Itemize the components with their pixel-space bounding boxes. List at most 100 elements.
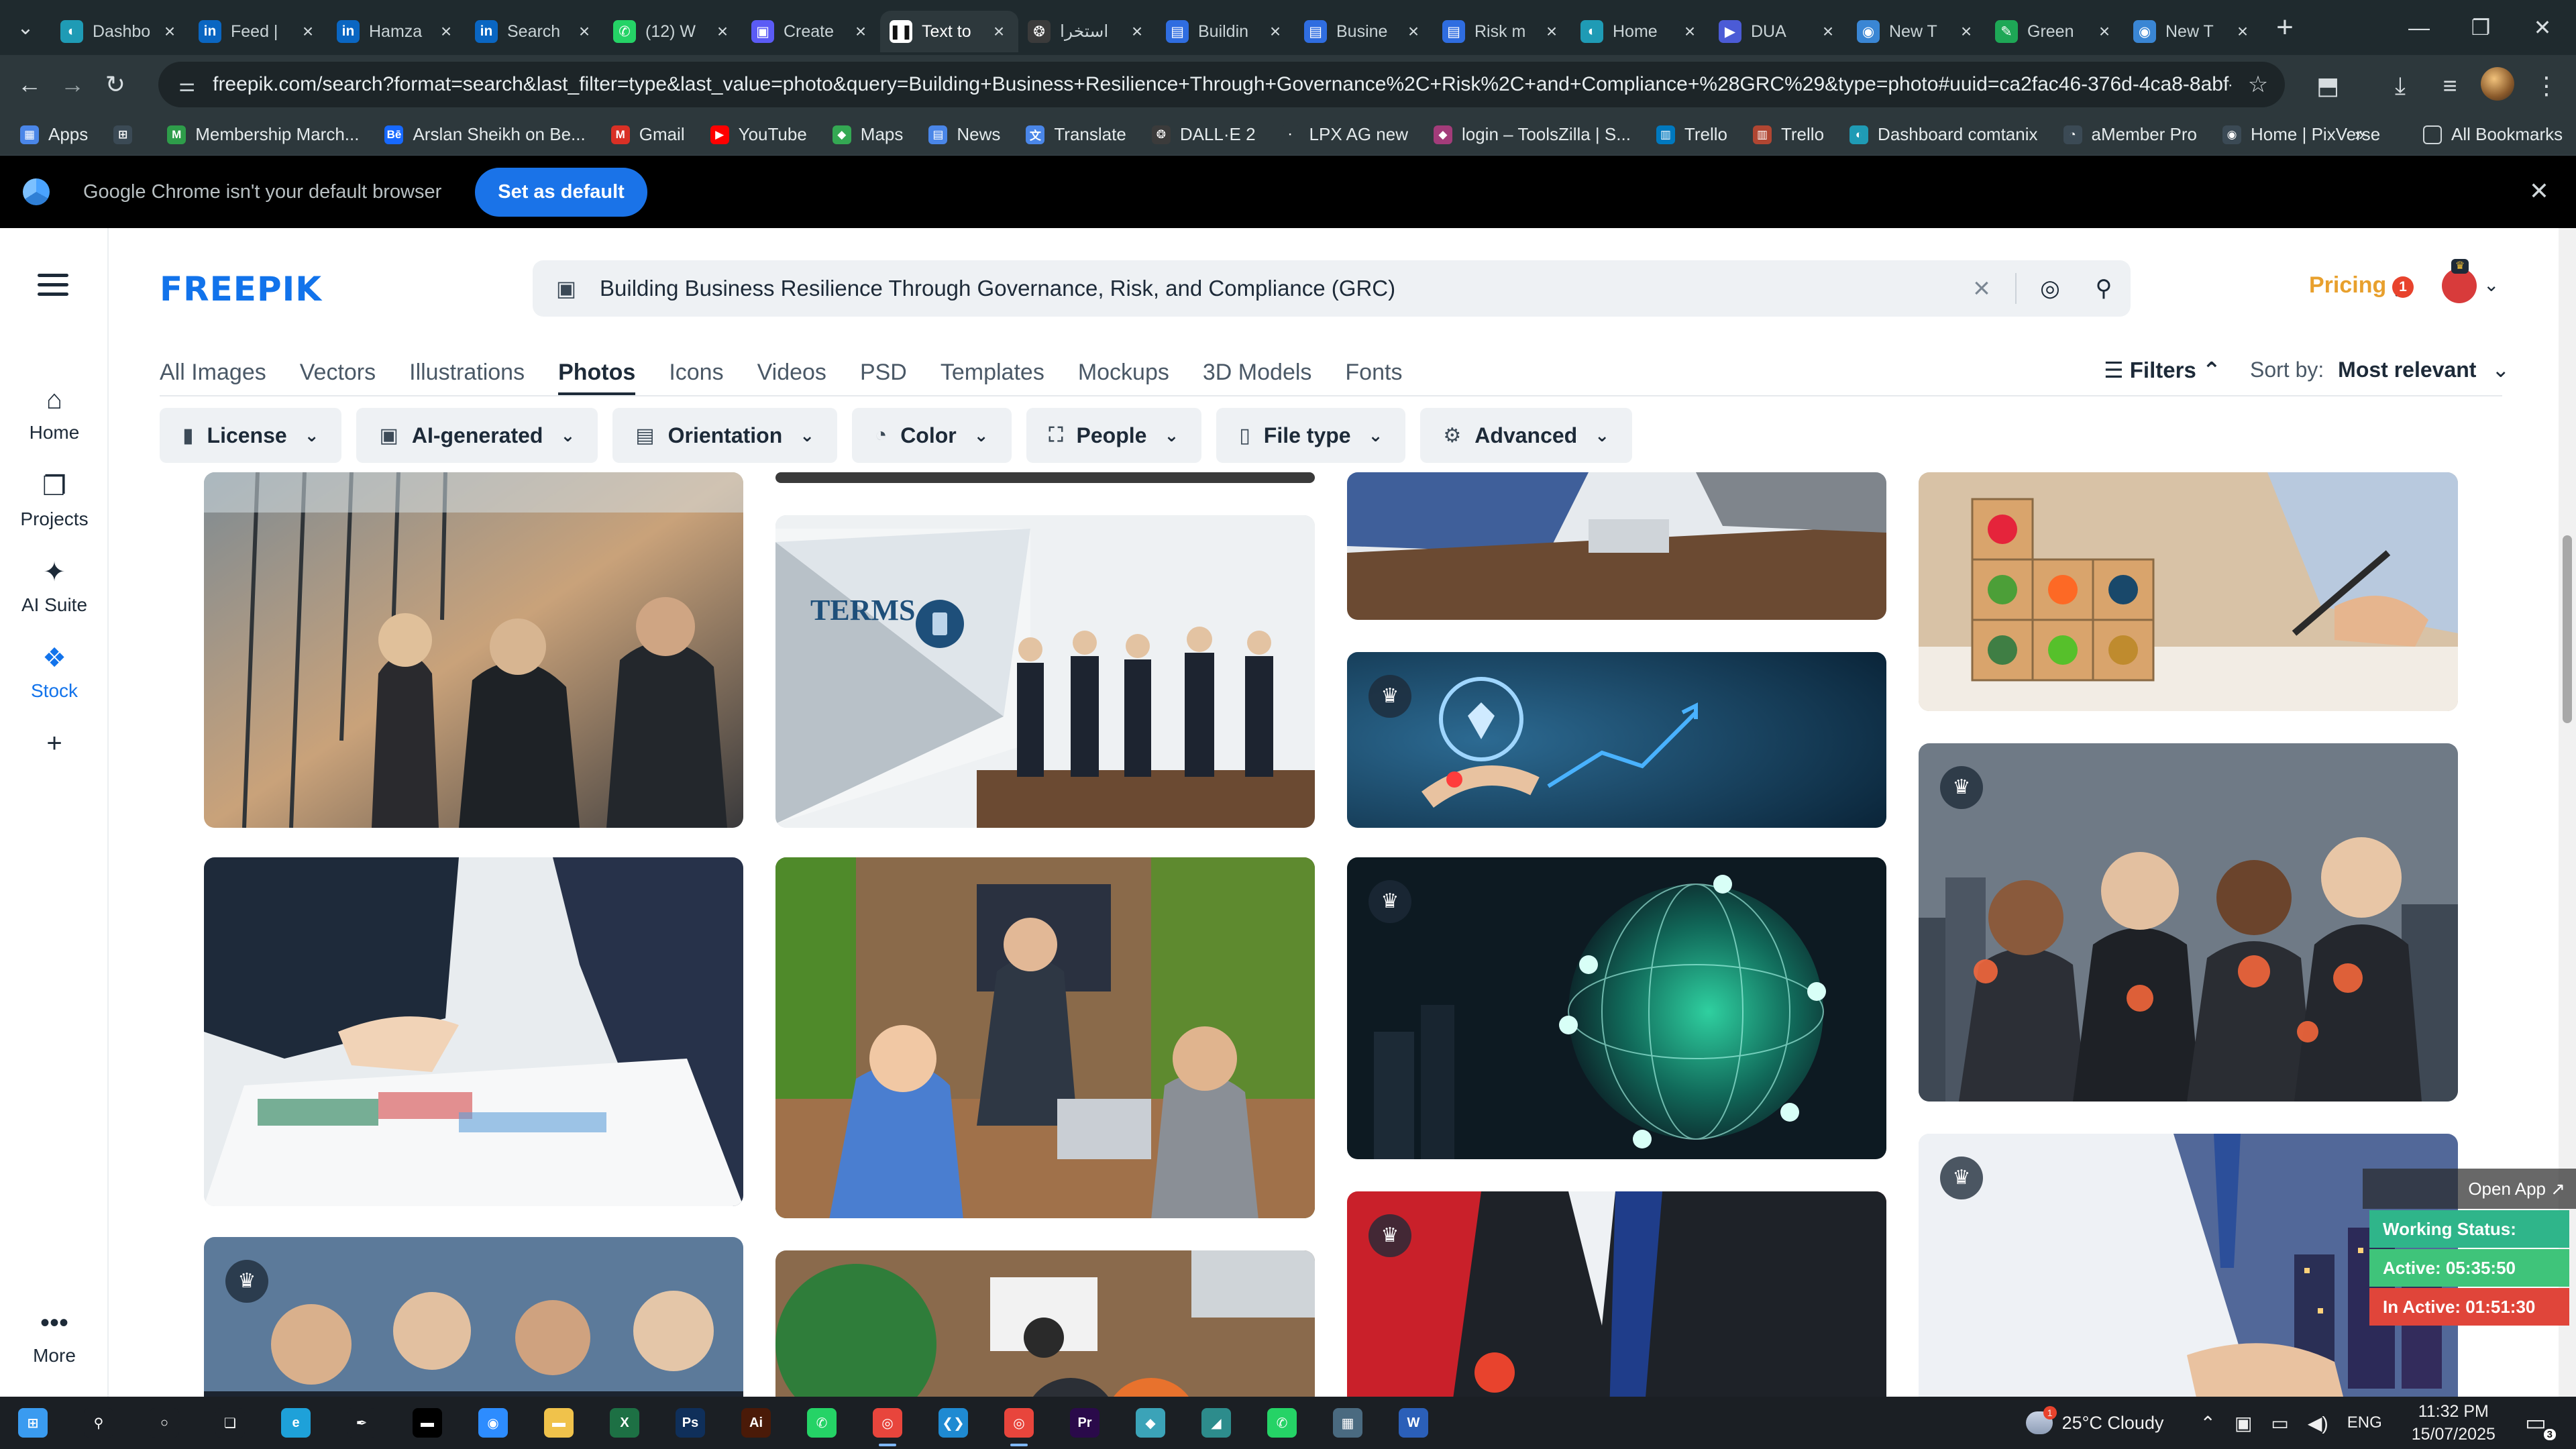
browser-tab[interactable]: ◐ Dashbo × (51, 11, 189, 52)
photo-card-digital-risk-hand[interactable]: ♛ (1347, 652, 1886, 828)
close-tab-icon[interactable]: × (851, 21, 871, 42)
meet-now-icon[interactable]: ▣ (2235, 1412, 2252, 1434)
close-tab-icon[interactable]: × (1265, 21, 1285, 42)
browser-tab[interactable]: ▤ Risk m × (1433, 11, 1571, 52)
hamburger-menu-icon[interactable] (38, 274, 68, 302)
extension-icon[interactable]: ⬒ (2310, 68, 2345, 103)
taskbar-app[interactable]: ◎ (855, 1397, 920, 1449)
chrome-menu-icon[interactable]: ⋮ (2529, 68, 2564, 103)
all-bookmarks[interactable]: All Bookmarks (2423, 124, 2563, 145)
browser-tab[interactable]: ◐ Home × (1571, 11, 1709, 52)
restore-icon[interactable]: ❐ (2450, 0, 2512, 55)
filter-chip[interactable]: ◔ Color ⌄ (852, 408, 1012, 463)
taskbar-app[interactable]: ◢ (1183, 1397, 1249, 1449)
type-tab[interactable]: Templates (941, 356, 1044, 396)
address-bar[interactable]: ⚌ freepik.com/search?format=search&last_… (158, 62, 2285, 107)
bookmark-star-icon[interactable]: ☆ (2231, 71, 2285, 98)
photo-card-cropped-top[interactable] (775, 472, 1315, 483)
taskbar-app[interactable]: W (1381, 1397, 1446, 1449)
close-tab-icon[interactable]: × (436, 21, 456, 42)
close-tab-icon[interactable]: × (574, 21, 594, 42)
weather-widget[interactable]: 1 25°C Cloudy (2025, 1406, 2163, 1434)
taskbar-app[interactable]: ✒ (329, 1397, 394, 1449)
set-as-default-button[interactable]: Set as default (475, 167, 647, 217)
bookmark-item[interactable]: · LPX AG new (1281, 124, 1408, 145)
type-tab[interactable]: Fonts (1345, 356, 1402, 396)
sort-dropdown[interactable]: Sort by: Most relevant ⌄ (2250, 357, 2510, 382)
photo-card-handshake-documents[interactable] (204, 857, 743, 1206)
chevron-up-icon[interactable]: ⌃ (2200, 1412, 2215, 1434)
close-tab-icon[interactable]: × (712, 21, 733, 42)
photo-card-business-suit-red[interactable]: ♛ (1347, 1191, 1886, 1397)
bookmark-item[interactable]: 文 Translate (1026, 124, 1126, 145)
photo-card-sdg-blocks[interactable] (1919, 472, 2458, 711)
taskbar-app[interactable]: ⚲ (66, 1397, 131, 1449)
rail-item[interactable]: ✦ AI Suite (0, 557, 109, 616)
bookmark-item[interactable]: ◆ login – ToolsZilla | S... (1433, 124, 1631, 145)
bookmarks-overflow-icon[interactable]: » (2355, 124, 2364, 145)
reload-icon[interactable]: ↻ (94, 55, 137, 114)
bookmark-item[interactable]: M Membership March... (167, 124, 359, 145)
close-tab-icon[interactable]: × (2233, 21, 2253, 42)
media-control-icon[interactable]: ≡ (2432, 68, 2467, 103)
taskbar-app[interactable]: ❏ (197, 1397, 263, 1449)
notifications-button[interactable]: ♫ 1 (2392, 274, 2418, 301)
notification-center-icon[interactable]: ▭ 3 (2525, 1409, 2556, 1440)
taskbar-app[interactable]: ✆ (1249, 1397, 1315, 1449)
taskbar-app[interactable]: Ps (657, 1397, 723, 1449)
rail-item[interactable]: ❐ Projects (0, 471, 109, 530)
pricing-link[interactable]: Pricing (2309, 272, 2386, 299)
bookmark-item[interactable]: ❂ DALL·E 2 (1151, 124, 1256, 145)
type-tab[interactable]: All Images (160, 356, 266, 396)
taskbar-app[interactable]: ◉ (460, 1397, 526, 1449)
volume-icon[interactable]: ◀) (2308, 1412, 2328, 1434)
browser-tab[interactable]: in Hamza × (327, 11, 466, 52)
taskbar-app[interactable]: ✆ (789, 1397, 855, 1449)
close-window-icon[interactable]: ✕ (2512, 0, 2573, 55)
browser-tab[interactable]: ◉ New T × (1847, 11, 1986, 52)
search-by-image-icon[interactable]: ◎ (2023, 275, 2077, 302)
new-tab-button[interactable]: + (2262, 11, 2308, 44)
browser-tab[interactable]: ✎ Green × (1986, 11, 2124, 52)
filter-chip[interactable]: ▤ Orientation ⌄ (612, 408, 838, 463)
photo-card-diverse-team-security[interactable]: ♛ (1919, 743, 2458, 1102)
photo-card-executives-looking-at-building[interactable] (204, 472, 743, 828)
close-tab-icon[interactable]: × (2094, 21, 2114, 42)
taskbar-app[interactable]: ⊞ (0, 1397, 66, 1449)
photo-card-global-network[interactable]: ♛ (1347, 857, 1886, 1159)
clock[interactable]: 11:32 PM 15/07/2025 (2412, 1400, 2496, 1446)
search-icon[interactable]: ⚲ (2077, 275, 2131, 302)
bookmark-item[interactable]: ◐ Dashboard comtanix (1849, 124, 2038, 145)
browser-tab[interactable]: in Search × (466, 11, 604, 52)
browser-tab[interactable]: ▣ Create × (742, 11, 880, 52)
bookmark-item[interactable]: ▶ YouTube (710, 124, 807, 145)
filter-chip[interactable]: ▣ AI-generated ⌄ (356, 408, 598, 463)
bookmark-item[interactable]: M Gmail (610, 124, 685, 145)
bookmark-item[interactable]: ◆ Maps (832, 124, 903, 145)
type-tab[interactable]: Videos (757, 356, 826, 396)
bookmark-item[interactable]: ▥ Trello (1752, 124, 1824, 145)
filter-chip[interactable]: ▮ License ⌄ (160, 408, 342, 463)
rail-item[interactable]: + (0, 729, 109, 765)
photo-card-business-team-meeting[interactable]: ♛ (204, 1237, 743, 1397)
filter-chip[interactable]: ⚙ Advanced ⌄ (1420, 408, 1633, 463)
type-tab[interactable]: 3D Models (1203, 356, 1312, 396)
close-tab-icon[interactable]: × (1542, 21, 1562, 42)
url-text[interactable]: freepik.com/search?format=search&last_fi… (213, 73, 2231, 96)
filter-chip[interactable]: ⛶ People ⌄ (1026, 408, 1202, 463)
tab-search-chevron-icon[interactable]: ⌄ (0, 0, 51, 55)
photo-card-office-presentation[interactable] (775, 857, 1315, 1218)
taskbar-app[interactable]: Ai (723, 1397, 789, 1449)
taskbar-app[interactable]: ◆ (1118, 1397, 1183, 1449)
close-tab-icon[interactable]: × (989, 21, 1009, 42)
browser-tab[interactable]: in Feed | × (189, 11, 327, 52)
taskbar-app[interactable]: ▬ (394, 1397, 460, 1449)
close-tab-icon[interactable]: × (1956, 21, 1976, 42)
forward-icon[interactable]: → (51, 55, 94, 114)
close-infobar-icon[interactable]: ✕ (2529, 177, 2549, 205)
language-indicator[interactable]: ENG (2347, 1413, 2382, 1432)
network-icon[interactable]: ▭ (2271, 1412, 2288, 1434)
rail-item[interactable]: ❖ Stock (0, 643, 109, 702)
minimize-icon[interactable]: — (2388, 0, 2450, 55)
filters-toggle[interactable]: ☰ Filters ⌃ (2104, 357, 2221, 383)
